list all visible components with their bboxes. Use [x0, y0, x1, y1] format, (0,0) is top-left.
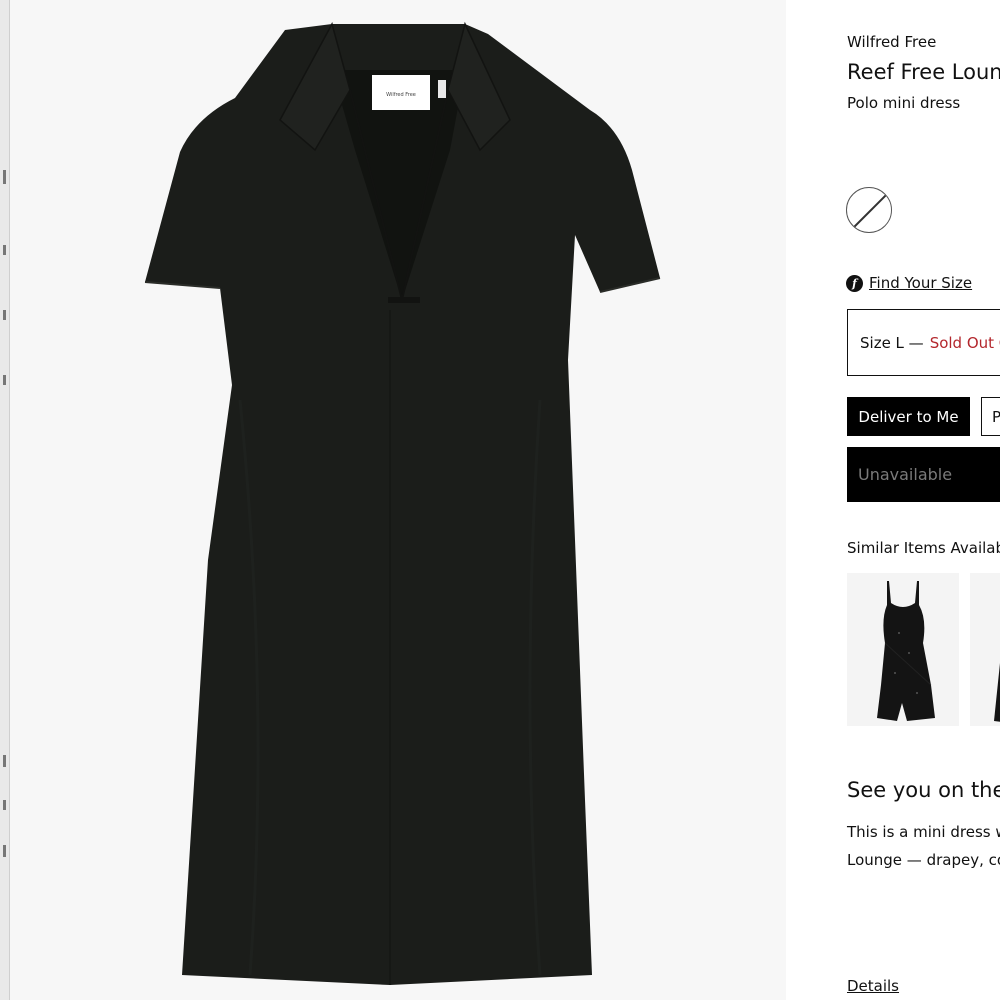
product-title: Reef Free Loun: [847, 60, 1000, 84]
pickup-button[interactable]: P: [981, 397, 1000, 436]
similar-dress-thumbnail: [877, 581, 935, 721]
edge-mark: [3, 170, 6, 184]
description-line: This is a mini dress w: [847, 823, 1000, 841]
similar-item-card[interactable]: [847, 573, 959, 726]
find-your-size[interactable]: f Find Your Size: [846, 274, 972, 292]
add-to-bag-button[interactable]: Unavailable: [847, 447, 1000, 502]
deliver-to-me-button[interactable]: Deliver to Me: [847, 397, 970, 436]
similar-item-card[interactable]: [970, 573, 1000, 726]
edge-mark: [3, 375, 6, 385]
sold-out-status: Sold Out C: [929, 333, 1000, 352]
size-selector[interactable]: Size L — Sold Out C: [847, 309, 1000, 376]
colour-swatch[interactable]: [846, 187, 892, 233]
edge-mark: [3, 245, 6, 255]
details-link[interactable]: Details: [847, 977, 899, 995]
size-selected-label: Size L —: [860, 333, 924, 352]
description-line: Lounge — drapey, co: [847, 851, 1000, 869]
find-your-size-link[interactable]: Find Your Size: [869, 274, 972, 292]
similar-item-thumbnail: [994, 663, 1000, 722]
product-info-panel: Wilfred Free Reef Free Loun Polo mini dr…: [786, 0, 1000, 1000]
dress-illustration: Wilfred Free: [144, 21, 661, 985]
edge-mark: [3, 800, 6, 810]
similar-items-heading: Similar Items Availab: [847, 539, 1000, 557]
story-tagline: See you on the: [847, 778, 1000, 802]
product-image[interactable]: Wilfred Free: [10, 0, 786, 1000]
product-subtitle: Polo mini dress: [847, 94, 961, 112]
edge-mark: [3, 310, 6, 320]
unavailable-slash-icon: [850, 191, 890, 231]
fit-finder-icon: f: [846, 274, 863, 292]
edge-mark: [3, 755, 6, 767]
brand-name[interactable]: Wilfred Free: [847, 33, 936, 51]
edge-mark: [3, 845, 6, 857]
window-edge: [0, 0, 10, 1000]
garment-label-text: Wilfred Free: [386, 92, 416, 98]
